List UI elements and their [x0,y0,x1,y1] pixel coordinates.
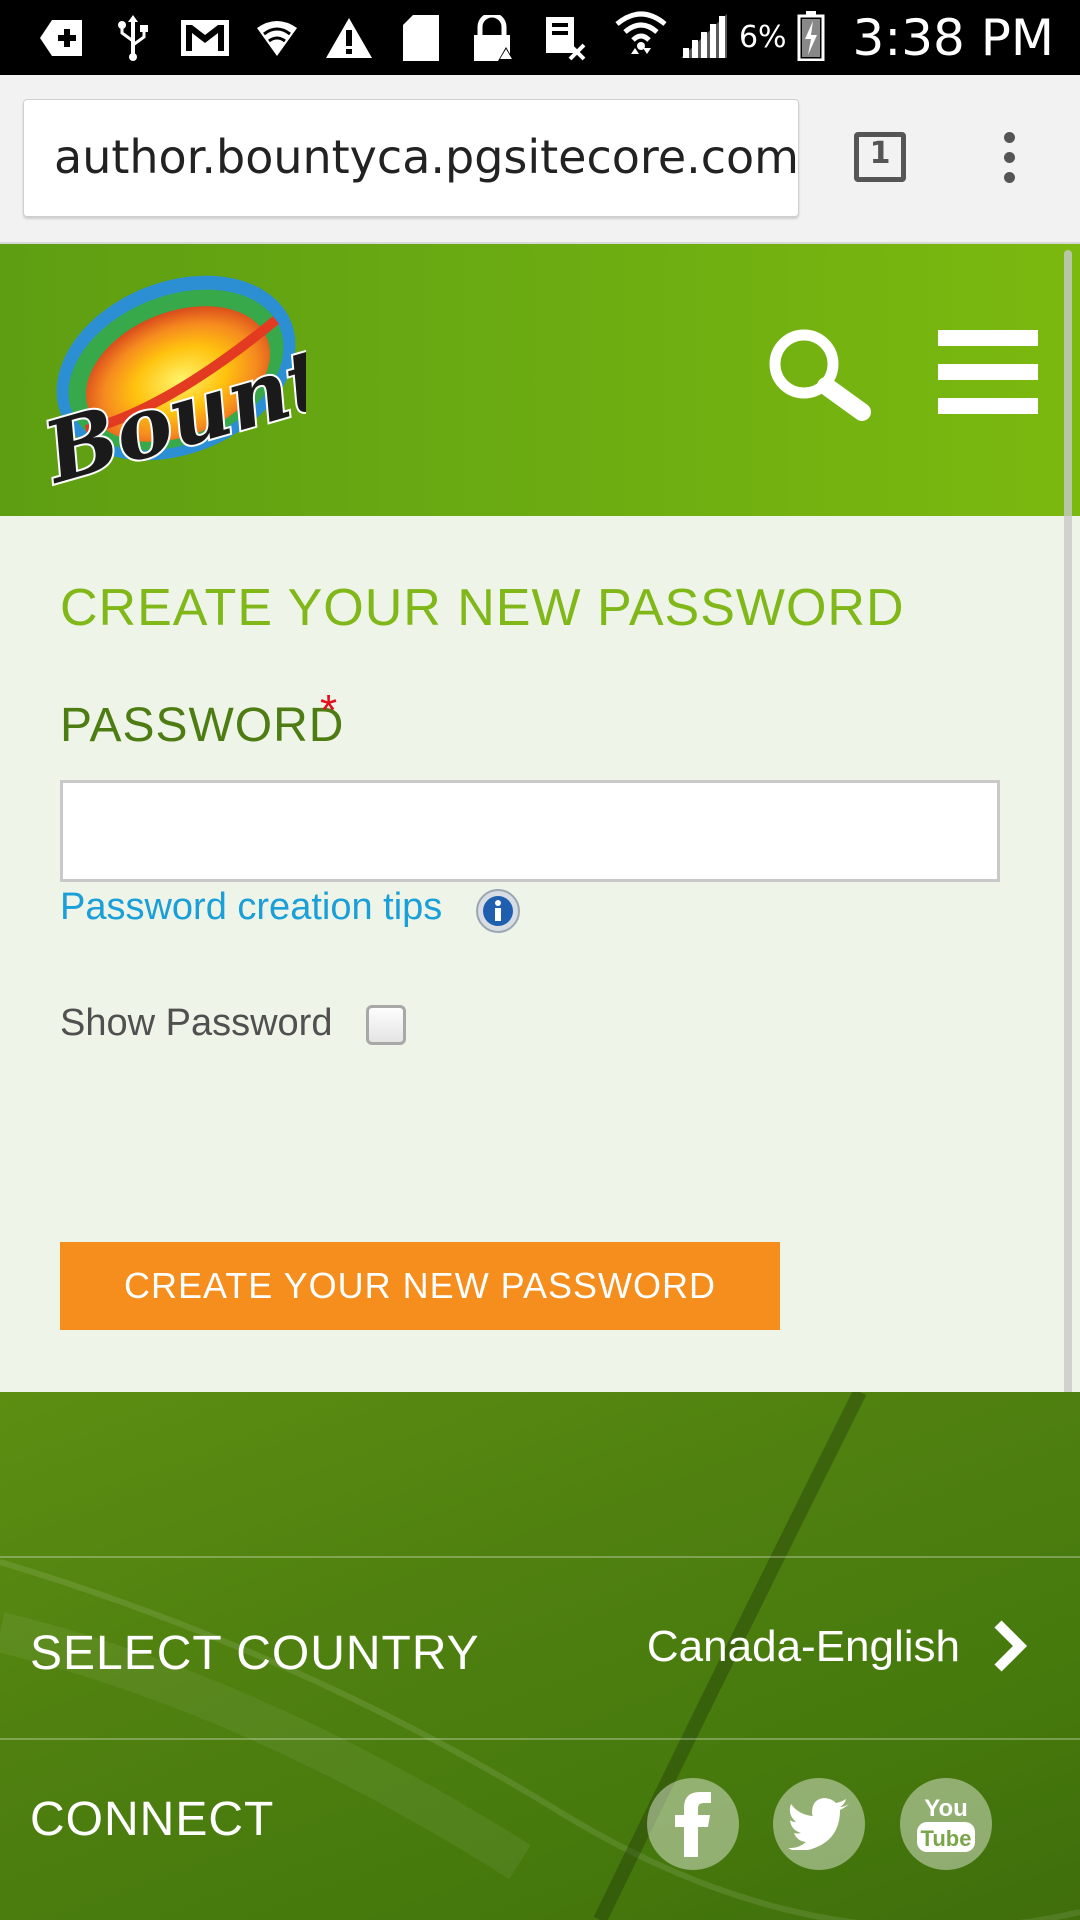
youtube-bottom-text: Tube [921,1826,972,1851]
overflow-menu-button[interactable] [995,130,1025,186]
connect-label: CONNECT [30,1793,275,1846]
browser-toolbar: author.bountyca.pgsitecore.com 1 [0,75,1080,244]
warning-icon [324,15,374,61]
site-footer: SELECT COUNTRY Canada-English CONNECT Yo… [0,1392,1080,1920]
youtube-top-text: You [924,1795,968,1822]
tab-switcher-button[interactable]: 1 [854,132,906,182]
youtube-icon[interactable]: You Tube [900,1778,992,1870]
status-right: 6% 3:38 PM [613,0,1054,75]
notification-icons [36,12,590,64]
gmail-icon [180,15,230,61]
add-icon [36,15,86,61]
menu-button[interactable] [938,330,1038,414]
tab-count: 1 [869,136,891,171]
footer-divider [0,1556,1080,1558]
lock-icon [468,15,518,61]
password-form: CREATE YOUR NEW PASSWORD PASSWORD * Pass… [0,516,1080,1392]
select-country-label: SELECT COUNTRY [30,1627,480,1680]
sim-icon [396,15,446,61]
site-header: Bounty [0,244,1080,516]
chevron-right-icon[interactable] [990,1618,1030,1674]
password-input[interactable] [60,780,1000,882]
page-scrollbar[interactable] [1064,250,1072,1420]
info-icon[interactable] [475,888,521,934]
twitter-icon[interactable] [773,1778,865,1870]
show-password-label: Show Password [60,1002,333,1044]
search-icon [769,329,871,421]
page-title: CREATE YOUR NEW PASSWORD [60,579,905,637]
bounty-logo[interactable]: Bounty [26,260,392,505]
create-password-button[interactable]: CREATE YOUR NEW PASSWORD [60,1242,780,1330]
required-indicator: * [320,686,338,735]
country-selector[interactable]: Canada-English [647,1622,960,1672]
wifi-signal-icon [613,10,669,66]
search-button[interactable] [766,328,872,428]
url-bar[interactable]: author.bountyca.pgsitecore.com [23,99,799,217]
data-icon [540,15,590,61]
clock: 3:38 PM [852,8,1054,67]
show-password-checkbox[interactable] [366,1005,406,1045]
cell-signal-icon [679,12,729,64]
footer-divider [0,1738,1080,1740]
password-label: PASSWORD [60,699,345,752]
battery-percent: 6% [738,20,787,55]
battery-icon [797,10,825,65]
facebook-icon[interactable] [647,1778,739,1870]
password-tips-link[interactable]: Password creation tips [60,886,442,929]
usb-icon [108,15,158,61]
status-bar: 6% 3:38 PM [0,0,1080,75]
url-text: author.bountyca.pgsitecore.com [54,130,799,184]
wifi-icon [252,15,302,61]
